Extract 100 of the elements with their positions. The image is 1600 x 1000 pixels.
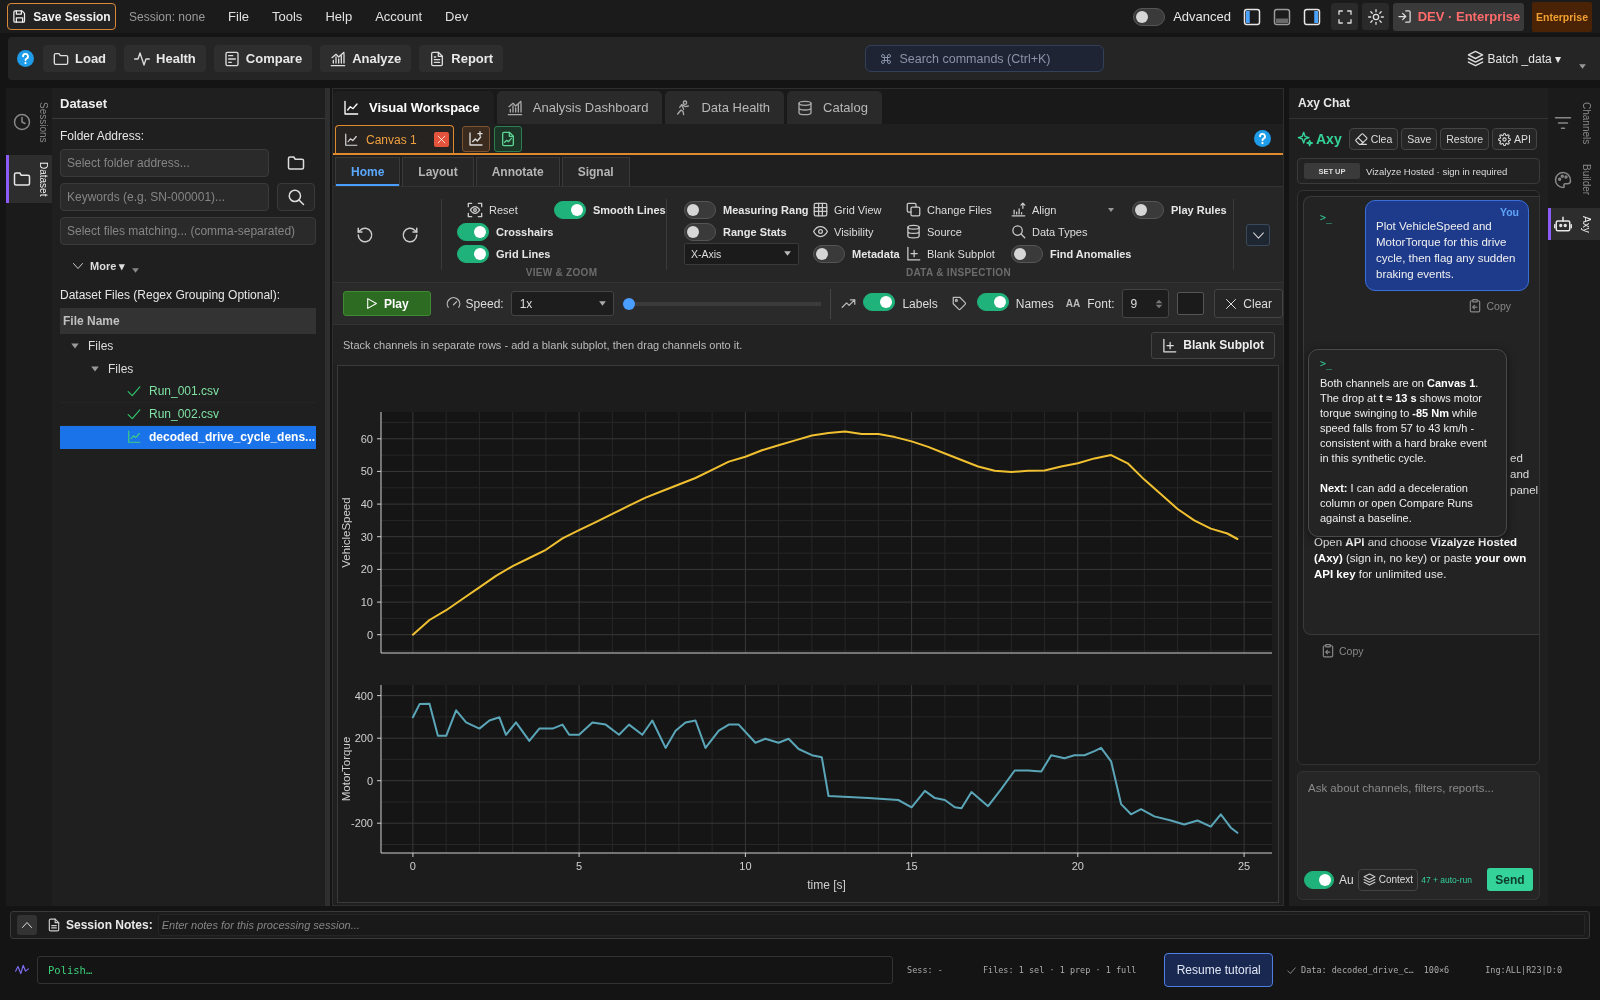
ribbon-button[interactable]: Visibility <box>813 224 874 239</box>
ribbon-tab[interactable]: Home <box>335 157 401 186</box>
folder-address-field[interactable]: Select folder address... <box>60 149 269 177</box>
save-session-button[interactable]: Save Session <box>7 3 116 30</box>
send-button[interactable]: Send <box>1487 868 1533 891</box>
sidebar-left-icon[interactable] <box>1243 7 1261 26</box>
axis-title: MotorTorque <box>340 736 352 802</box>
notes-field[interactable]: Enter notes for this processing session... <box>157 914 1585 936</box>
help-icon[interactable] <box>17 50 34 67</box>
workspace-tab[interactable]: Data Health <box>665 91 785 124</box>
chat-action-button[interactable]: API <box>1492 128 1537 150</box>
chat-action-button[interactable]: Restore <box>1440 128 1489 150</box>
toggle-switch[interactable] <box>457 244 489 263</box>
status-text: 100×6 <box>1423 965 1450 975</box>
toggle-label: Au <box>1339 872 1354 887</box>
menu-item[interactable]: Help <box>325 9 353 24</box>
ribbon-tab[interactable]: Layout <box>402 157 474 186</box>
toggle-switch[interactable] <box>1011 244 1043 263</box>
side-tab[interactable]: Channels <box>1548 95 1600 152</box>
command-field[interactable]: Polish… <box>37 956 894 984</box>
ribbon-button[interactable]: Blank Subplot <box>906 246 995 261</box>
canvas-tab[interactable]: Canvas 1 <box>335 125 454 153</box>
redo-icon[interactable] <box>400 225 419 244</box>
chat-input[interactable]: Ask about channels, filters, reports... <box>1297 771 1540 867</box>
folder-icon[interactable] <box>287 154 305 172</box>
collapse-button[interactable] <box>17 915 37 935</box>
toolbar-button[interactable]: Analyze <box>320 45 412 72</box>
toggle-switch[interactable] <box>976 293 1009 311</box>
axis-select[interactable]: X-Axis <box>684 242 799 265</box>
ribbon-button[interactable]: Source <box>906 224 962 239</box>
reset-button[interactable]: Reset <box>467 201 518 218</box>
speed-select[interactable]: 1x <box>510 291 615 316</box>
side-tab[interactable]: Builder <box>1548 157 1600 203</box>
new-chart-button[interactable] <box>462 126 490 152</box>
fullscreen-button[interactable] <box>1331 3 1358 30</box>
side-tab[interactable]: Axy <box>1548 208 1600 241</box>
font-size-field[interactable]: 9 <box>1121 289 1170 318</box>
side-tab[interactable]: Sessions <box>6 95 52 150</box>
keywords-field[interactable]: Keywords (e.g. SN-000001)... <box>60 183 269 211</box>
copy-button[interactable]: Copy <box>1321 644 1364 658</box>
session-status: Session: none <box>129 9 206 24</box>
toggle-switch[interactable] <box>554 200 586 219</box>
folder-name[interactable]: Files <box>108 361 134 376</box>
slider-thumb[interactable] <box>623 297 636 310</box>
sun-icon <box>1367 8 1384 25</box>
workspace-tab[interactable]: Catalog <box>787 91 882 124</box>
toolbar-button[interactable]: Load <box>43 45 117 72</box>
workspace-tab[interactable]: Analysis Dashboard <box>496 91 663 124</box>
toolbar-button[interactable]: Report <box>419 45 504 72</box>
search-input[interactable]: Search commands (Ctrl+K) <box>899 51 1094 66</box>
toggle-switch[interactable] <box>684 222 716 241</box>
folder-name[interactable]: Files <box>88 338 114 353</box>
toggle-switch[interactable] <box>457 222 489 241</box>
toggle-switch[interactable] <box>1304 870 1334 889</box>
side-tab[interactable]: Dataset <box>6 154 52 204</box>
menu-item[interactable]: Dev <box>445 9 469 24</box>
new-report-button[interactable] <box>494 126 522 152</box>
chat-action-button[interactable]: Clea <box>1348 128 1399 150</box>
ribbon-menu-button[interactable]: Align <box>1011 202 1057 217</box>
ribbon-tab[interactable]: Annotate <box>475 157 560 186</box>
ribbon-tab[interactable]: Signal <box>561 157 630 186</box>
sidebar-right-icon[interactable] <box>1303 7 1321 26</box>
more-button[interactable]: More ▾ <box>72 259 126 273</box>
environment-button[interactable]: DEV · Enterprise <box>1393 2 1524 31</box>
workspace-tab[interactable]: Visual Workspace <box>333 91 494 124</box>
theme-button[interactable] <box>1362 3 1389 30</box>
toggle-switch[interactable] <box>1133 7 1166 26</box>
group-title: VIEW & ZOOM <box>524 267 599 278</box>
play-button[interactable]: Play <box>343 291 431 316</box>
file-filter-field[interactable]: Select files matching... (comma-separated) <box>60 217 316 245</box>
close-button[interactable] <box>434 132 449 147</box>
document-chart-icon <box>500 131 516 147</box>
undo-icon[interactable] <box>355 225 374 244</box>
toggle-switch[interactable] <box>813 244 845 263</box>
menu-item[interactable]: Tools <box>272 9 303 24</box>
ribbon-button[interactable]: Change Files <box>906 202 992 217</box>
panel-bottom-icon[interactable] <box>1273 7 1291 26</box>
toggle-switch[interactable] <box>863 293 896 311</box>
toolbar-button[interactable]: Compare <box>213 45 313 72</box>
file-row[interactable]: decoded_drive_cycle_dens... <box>60 426 316 449</box>
ribbon-button[interactable]: Grid View <box>813 202 882 217</box>
batch-menu-button[interactable]: Batch _data ▾ <box>1466 50 1561 67</box>
ribbon-button[interactable]: Data Types <box>1011 224 1088 239</box>
menu-item[interactable]: File <box>228 9 249 24</box>
menu-item[interactable]: Account <box>375 9 423 24</box>
help-icon[interactable] <box>1254 130 1271 147</box>
expand-ribbon-button[interactable] <box>1246 224 1270 246</box>
toggle-switch[interactable] <box>1132 200 1164 219</box>
chat-action-button[interactable]: Save <box>1401 128 1438 150</box>
clear-button[interactable]: Clear <box>1214 289 1283 318</box>
toggle-switch[interactable] <box>684 200 716 219</box>
command-search-field[interactable]: Search commands (Ctrl+K) <box>865 45 1105 72</box>
copy-button[interactable]: Copy <box>1468 299 1511 313</box>
blank-subplot-button[interactable]: Blank Subplot <box>1151 331 1275 359</box>
resume-tutorial-button[interactable]: Resume tutorial <box>1164 953 1274 987</box>
context-button[interactable]: Context <box>1357 868 1419 891</box>
toolbar-button[interactable]: Health <box>124 45 206 72</box>
search-button[interactable] <box>277 183 315 211</box>
file-row[interactable]: Run_001.csv <box>60 380 316 403</box>
color-swatch-icon[interactable] <box>1177 292 1205 315</box>
